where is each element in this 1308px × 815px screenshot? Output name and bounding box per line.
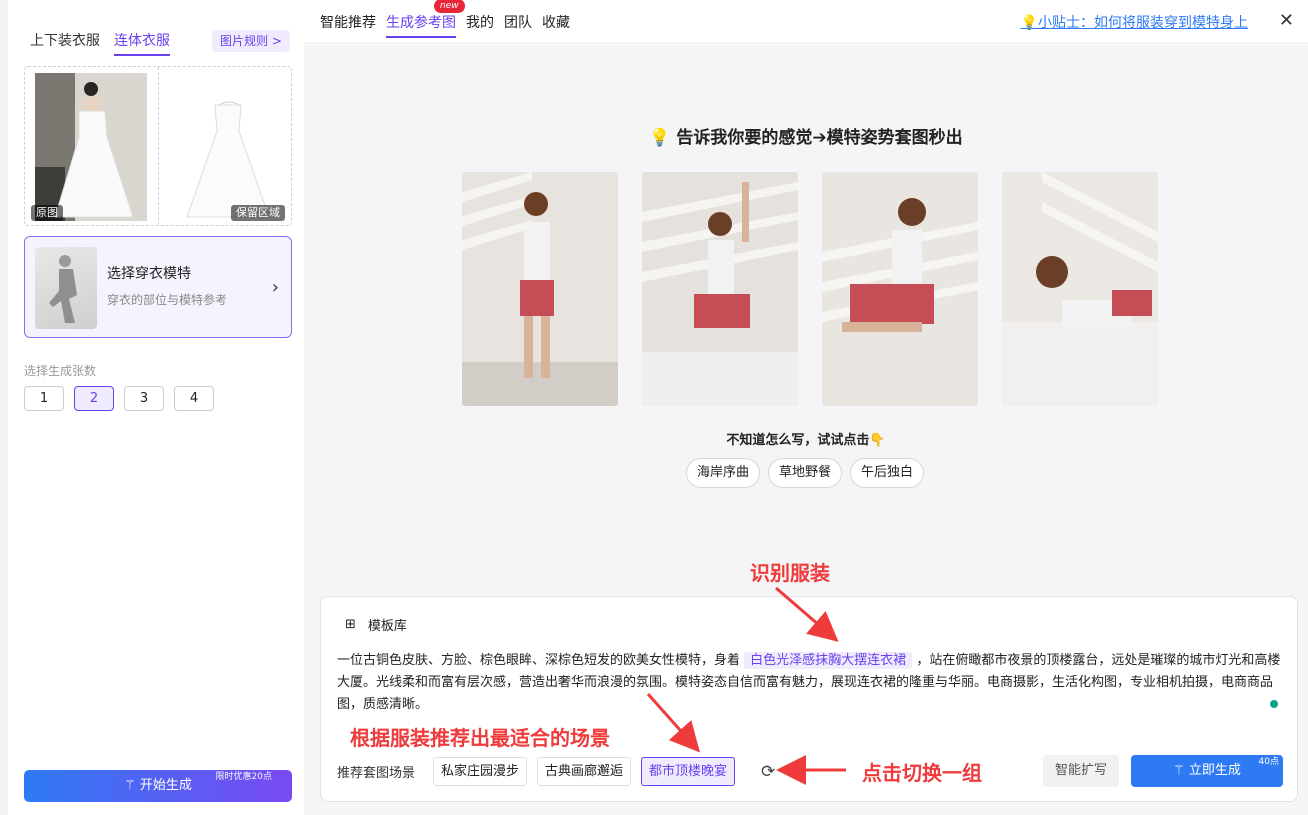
- tab-generate-reference-label: 生成参考图: [386, 15, 456, 31]
- left-panel: 上下装衣服 连体衣服 图片规则 > 原图 保留区域 选择穿衣模特 穿衣的部位与模…: [8, 0, 304, 815]
- annotation-switch: 点击切换一组: [862, 761, 982, 785]
- upload-image-area[interactable]: 原图 保留区域: [24, 66, 292, 226]
- count-option-1[interactable]: 1: [24, 386, 64, 411]
- grid-icon: ⊞: [345, 617, 356, 632]
- start-generate-button[interactable]: ⚚ 开始生成 限时优惠20点: [24, 770, 292, 802]
- example-photo[interactable]: [822, 172, 978, 406]
- prompt-chips: 海岸序曲 草地野餐 午后独白: [686, 458, 925, 488]
- right-panel: 智能推荐 生成参考图 new 我的 团队 收藏 💡小贴士：如何将服装穿到模特身上…: [304, 0, 1308, 815]
- tip-link[interactable]: 💡小贴士：如何将服装穿到模特身上: [1021, 12, 1248, 32]
- template-library-button[interactable]: ⊞ 模板库: [345, 615, 407, 634]
- scene-options: 私家庄园漫步 古典画廊邂逅 都市顶楼晚宴: [433, 757, 736, 786]
- garment-type-tabs: 上下装衣服 连体衣服: [30, 30, 170, 56]
- template-library-label: 模板库: [367, 619, 407, 634]
- main-tabs: 智能推荐 生成参考图 new 我的 团队 收藏: [320, 0, 570, 38]
- count-selector: 1 2 3 4: [24, 386, 214, 411]
- scene-option-manor[interactable]: 私家庄园漫步: [433, 757, 528, 786]
- top-bar: 智能推荐 生成参考图 new 我的 团队 收藏 💡小贴士：如何将服装穿到模特身上…: [304, 0, 1308, 44]
- tab-one-piece[interactable]: 连体衣服: [114, 30, 170, 56]
- tab-favorites[interactable]: 收藏: [542, 12, 570, 38]
- generate-now-button[interactable]: ⚚ 立即生成 40点: [1131, 755, 1283, 787]
- count-option-3[interactable]: 3: [124, 386, 164, 411]
- start-generate-label: 开始生成: [139, 778, 192, 793]
- example-photos: [462, 172, 1158, 406]
- chip-coast[interactable]: 海岸序曲: [686, 458, 761, 488]
- model-card-subtitle: 穿衣的部位与模特参考: [107, 293, 228, 307]
- generate-now-label: 立即生成: [1188, 763, 1241, 778]
- new-badge: new: [434, 0, 465, 13]
- smart-expand-button[interactable]: 智能扩写: [1043, 755, 1119, 787]
- image-rules-button[interactable]: 图片规则 >: [212, 30, 290, 52]
- model-card-title: 选择穿衣模特: [107, 266, 191, 282]
- refresh-icon[interactable]: ⟳: [761, 762, 775, 782]
- magic-wand-icon: ⚚: [124, 778, 136, 793]
- tab-team[interactable]: 团队: [504, 12, 532, 38]
- hint-text: 不知道怎么写，试试点击👇: [726, 433, 886, 448]
- tab-two-piece[interactable]: 上下装衣服: [30, 30, 100, 56]
- model-thumbnail: [35, 247, 97, 329]
- example-photo[interactable]: [1002, 172, 1158, 406]
- count-option-2[interactable]: 2: [74, 386, 114, 411]
- recognized-garment-tag[interactable]: 白色光泽感抹胸大摆连衣裙: [744, 652, 913, 669]
- chevron-right-icon: ›: [271, 277, 279, 298]
- original-tag: 原图: [31, 205, 63, 221]
- prompt-box: ⊞ 模板库 一位古铜色皮肤、方脸、棕色眼眸、深棕色短发的欧美女性模特，身着 白色…: [320, 596, 1298, 802]
- tab-smart-recommend[interactable]: 智能推荐: [320, 12, 376, 38]
- chip-picnic[interactable]: 草地野餐: [768, 458, 843, 488]
- select-model-card[interactable]: 选择穿衣模特 穿衣的部位与模特参考 ›: [24, 236, 292, 338]
- count-label: 选择生成张数: [24, 364, 97, 378]
- reserved-area-image[interactable]: 保留区域: [159, 67, 292, 225]
- status-dot: [1270, 700, 1278, 708]
- reserved-area-tag: 保留区域: [231, 205, 285, 221]
- count-option-4[interactable]: 4: [174, 386, 214, 411]
- example-photo[interactable]: [642, 172, 798, 406]
- example-photo[interactable]: [462, 172, 618, 406]
- scene-label: 推荐套图场景: [337, 766, 416, 781]
- headline: 💡 告诉我你要的感觉➔模特姿势套图秒出: [649, 128, 963, 148]
- annotation-recommend: 根据服装推荐出最适合的场景: [350, 726, 610, 750]
- chip-afternoon[interactable]: 午后独白: [850, 458, 925, 488]
- annotation-recognize: 识别服装: [750, 561, 830, 585]
- discount-badge: 限时优惠20点: [215, 772, 272, 782]
- scene-option-rooftop[interactable]: 都市顶楼晚宴: [641, 757, 736, 786]
- tab-generate-reference[interactable]: 生成参考图 new: [386, 0, 465, 38]
- original-image[interactable]: 原图: [25, 67, 159, 225]
- close-icon[interactable]: ✕: [1279, 10, 1294, 31]
- magic-wand-icon: ⚚: [1173, 763, 1185, 778]
- prompt-text-pre: 一位古铜色皮肤、方脸、棕色眼眸、深棕色短发的欧美女性模特，身着: [337, 653, 741, 668]
- points-badge: 40点: [1258, 757, 1279, 767]
- tab-mine[interactable]: 我的: [466, 12, 494, 38]
- scene-option-gallery[interactable]: 古典画廊邂逅: [537, 757, 632, 786]
- prompt-text[interactable]: 一位古铜色皮肤、方脸、棕色眼眸、深棕色短发的欧美女性模特，身着 白色光泽感抹胸大…: [337, 650, 1283, 716]
